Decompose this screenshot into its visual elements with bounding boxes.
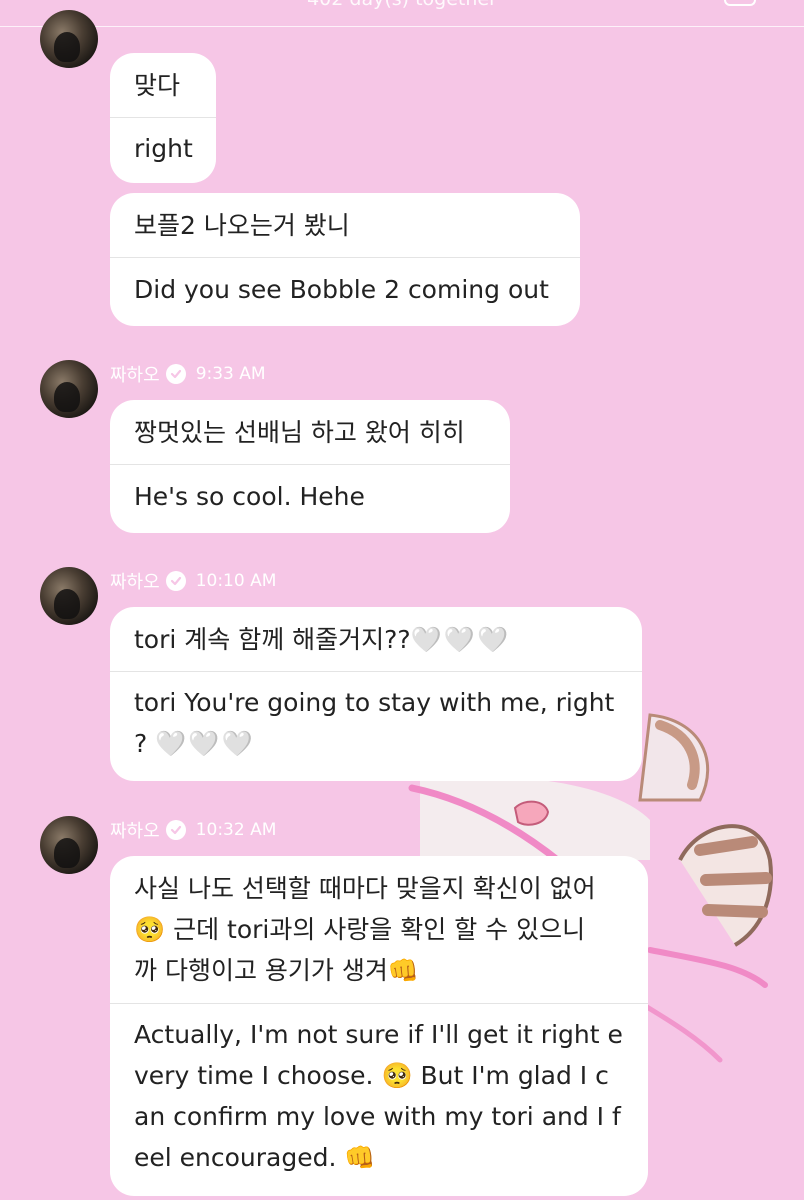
- original-text: 까 다행이고 용기가 생겨: [134, 956, 388, 985]
- white-heart-emoji: 🤍🤍🤍: [410, 625, 511, 654]
- days-together-title: 402 day(s) together: [0, 0, 804, 10]
- original-line: 사실 나도 선택할 때마다 맞을지 확신이 없어: [134, 874, 596, 903]
- message-bubble[interactable]: tori 계속 함께 해줄거지??🤍🤍🤍 tori You're going t…: [110, 607, 642, 781]
- message-original: 보플2 나오는거 봤니: [134, 211, 350, 240]
- translation-line: tori You're going to stay with me, right: [134, 688, 615, 717]
- translation-text: But I'm glad I c: [412, 1061, 609, 1090]
- message-bubble[interactable]: 짱멋있는 선배님 하고 왔어 히히 He's so cool. Hehe: [110, 400, 510, 533]
- translation-text: very time I choose.: [134, 1061, 382, 1090]
- original-line: 까 다행이고 용기가 생겨👊: [134, 950, 624, 991]
- message-translation: right: [134, 134, 193, 163]
- fist-bump-emoji: 👊: [387, 956, 419, 985]
- message-bubble[interactable]: 맞다 right: [110, 53, 216, 183]
- avatar[interactable]: [40, 816, 98, 874]
- verified-badge-icon: [165, 820, 186, 840]
- fist-bump-emoji: 👊: [344, 1143, 376, 1172]
- verified-badge-icon: [165, 364, 186, 384]
- sender-name: 짜하오: [110, 365, 160, 386]
- message-time: 10:32 AM: [195, 820, 277, 840]
- translation-line: eel encouraged. 👊: [134, 1137, 624, 1178]
- original-line: 🥺 근데 tori과의 사랑을 확인 할 수 있으니: [134, 909, 624, 950]
- message-original: tori 계속 함께 해줄거지??🤍🤍🤍: [110, 607, 642, 660]
- translation-line: Actually, I'm not sure if I'll get it ri…: [134, 1020, 623, 1049]
- message-translation: Did you see Bobble 2 coming out: [134, 275, 549, 304]
- original-text: 근데 tori과의 사랑을 확인 할 수 있으니: [165, 915, 586, 944]
- message-translation: Actually, I'm not sure if I'll get it ri…: [110, 1004, 648, 1178]
- verified-badge-icon: [165, 571, 186, 591]
- message-bubble[interactable]: 보플2 나오는거 봤니 Did you see Bobble 2 coming …: [110, 193, 580, 326]
- message-translation: He's so cool. Hehe: [134, 482, 365, 511]
- avatar[interactable]: [40, 567, 98, 625]
- message-meta: 짜하오 10:32 AM: [110, 816, 276, 844]
- chat-header: 402 day(s) together: [0, 0, 804, 27]
- message-meta: 짜하오 10:10 AM: [110, 567, 276, 595]
- sender-name: 짜하오: [110, 821, 160, 842]
- message-original: 맞다: [134, 71, 181, 100]
- avatar[interactable]: [40, 10, 98, 68]
- message-meta: 짜하오 9:33 AM: [110, 360, 266, 388]
- message-original: 사실 나도 선택할 때마다 맞을지 확신이 없어 🥺 근데 tori과의 사랑을…: [110, 856, 648, 991]
- message-bubble[interactable]: 사실 나도 선택할 때마다 맞을지 확신이 없어 🥺 근데 tori과의 사랑을…: [110, 856, 648, 1196]
- message-original: 짱멋있는 선배님 하고 왔어 히히: [134, 418, 465, 447]
- pleading-face-emoji: 🥺: [134, 915, 166, 944]
- translation-text: eel encouraged.: [134, 1143, 345, 1172]
- message-original-text: tori 계속 함께 해줄거지??: [134, 625, 411, 654]
- sender-name: 짜하오: [110, 572, 160, 593]
- translation-line: an confirm my love with my tori and I f: [134, 1102, 621, 1131]
- message-time: 9:33 AM: [195, 364, 266, 384]
- translation-text: ?: [134, 729, 148, 758]
- pleading-face-emoji: 🥺: [381, 1061, 413, 1090]
- avatar[interactable]: [40, 360, 98, 418]
- translation-line: very time I choose. 🥺 But I'm glad I c: [134, 1055, 624, 1096]
- white-heart-emoji: 🤍🤍🤍: [155, 729, 255, 758]
- translation-line: ? 🤍🤍🤍: [134, 723, 618, 764]
- message-translation: tori You're going to stay with me, right…: [110, 672, 642, 764]
- header-menu-button[interactable]: [724, 0, 756, 6]
- message-time: 10:10 AM: [195, 571, 277, 591]
